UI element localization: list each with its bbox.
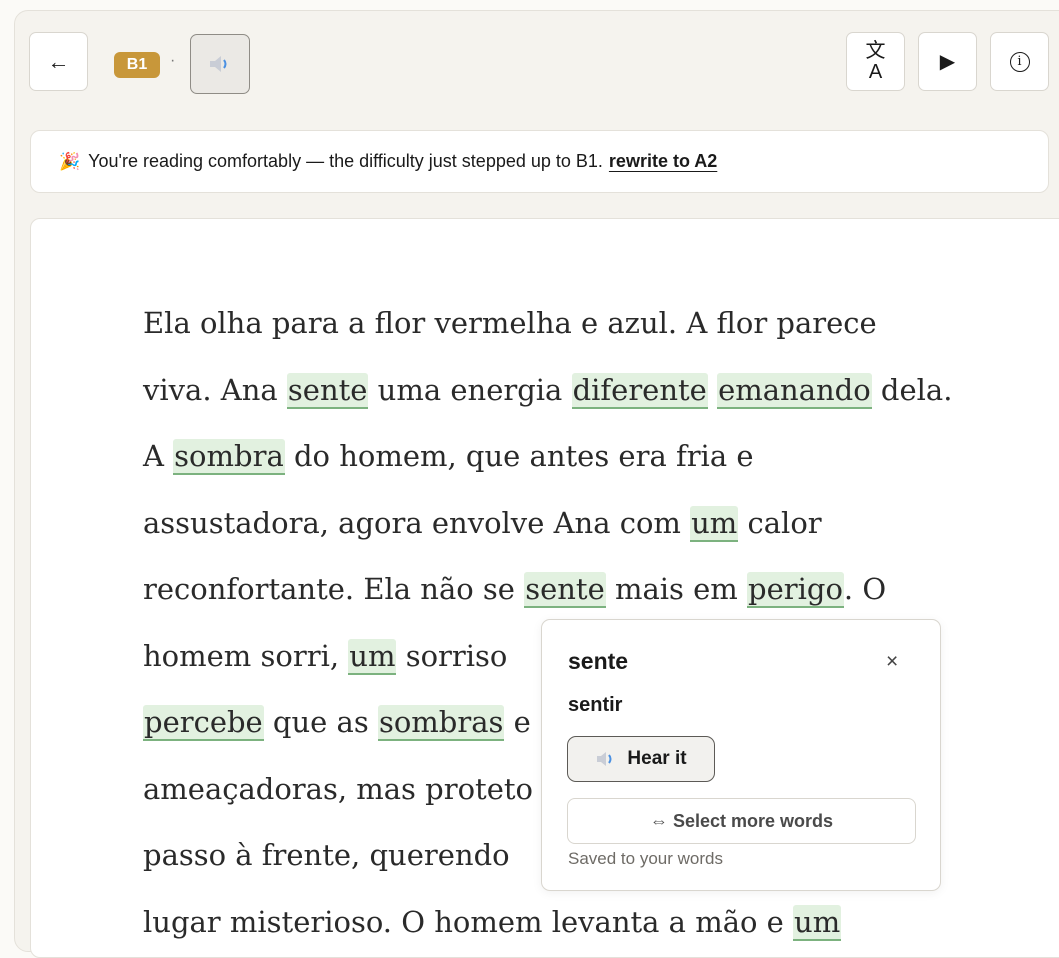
passage-line: Ela olha para a flor vermelha e azul. A … — [143, 290, 1003, 357]
level-badge: B1 — [114, 52, 160, 78]
close-icon[interactable]: × — [886, 650, 898, 674]
saved-word[interactable]: um — [348, 638, 397, 675]
passage-text: lugar misterioso. O homem levanta a mão … — [143, 904, 794, 939]
saved-word[interactable]: sombra — [173, 439, 285, 475]
rewrite-link[interactable]: rewrite to A2 — [609, 151, 717, 172]
play-button[interactable]: ▶ — [918, 32, 977, 91]
passage-line: lugar misterioso. O homem levanta a mão … — [143, 889, 1003, 956]
translate-icon-top: 文 — [865, 40, 886, 62]
translate-icon-bottom: A — [868, 61, 883, 83]
info-button[interactable]: i — [990, 32, 1049, 91]
info-icon: i — [1009, 51, 1030, 72]
popover-lemma: sentir — [568, 694, 623, 716]
passage-line: assustadora, agora envolve Ana com um ca… — [143, 490, 1003, 557]
translate-button[interactable]: 文 A — [846, 32, 905, 91]
play-icon: ▶ — [939, 51, 956, 73]
back-arrow-icon: ← — [47, 48, 70, 74]
passage-line: A sombra do homem, que antes era fria e — [143, 423, 1003, 490]
passage-text: mais em — [605, 572, 748, 606]
saved-word[interactable]: sombras — [377, 705, 505, 741]
passage-text: assustadora, agora envolve Ana com — [143, 505, 691, 540]
back-button[interactable]: ← — [29, 32, 88, 91]
passage-text: sorriso — [396, 638, 517, 673]
saved-word[interactable]: sente — [286, 372, 369, 409]
passage-text: e — [504, 705, 531, 739]
saved-word[interactable]: um — [690, 505, 739, 542]
saved-word[interactable]: sente — [524, 572, 606, 608]
hear-it-button[interactable]: Hear it — [567, 736, 715, 782]
passage-text: A — [143, 439, 174, 473]
passage-text: ameaçadoras, mas proteto — [143, 771, 533, 806]
passage-text: reconfortante. Ela não se — [143, 572, 525, 606]
saved-word[interactable]: diferente — [571, 372, 708, 409]
saved-word[interactable]: um — [793, 904, 842, 941]
passage-line: viva. Ana sente uma energia diferente em… — [143, 357, 1003, 424]
saved-word[interactable]: perigo — [747, 572, 844, 608]
passage-text: calor — [738, 505, 822, 540]
party-popper-icon: 🎉 — [59, 151, 81, 171]
banner-message: You're reading comfortably — the difficu… — [88, 151, 603, 171]
popover-word: sente — [568, 648, 629, 674]
saved-status: Saved to your words — [568, 849, 723, 868]
select-more-words-button[interactable]: ⇔ Select more words — [567, 798, 916, 844]
saved-word[interactable]: percebe — [143, 705, 264, 741]
separator-dot: · — [170, 52, 176, 69]
passage-text: . O — [843, 572, 887, 606]
word-popover: sente × sentir Hear it ⇔ Select more wor… — [541, 619, 941, 891]
passage-text: Ela olha para a flor vermelha e azul. A … — [143, 306, 877, 340]
passage-text: homem sorri, — [143, 638, 349, 673]
passage-text: passo à frente, querendo — [143, 838, 519, 872]
speaker-icon — [597, 752, 612, 766]
passage-text — [708, 373, 717, 407]
difficulty-banner: 🎉 You're reading comfortably — the diffi… — [30, 130, 1049, 193]
passage-line: reconfortante. Ela não se sente mais em … — [143, 556, 1003, 623]
audio-toggle-button[interactable] — [190, 34, 250, 94]
hear-it-label: Hear it — [627, 748, 687, 769]
passage-text: do homem, que antes era fria e — [284, 439, 754, 473]
saved-word[interactable]: emanando — [717, 372, 872, 409]
passage-text: uma energia — [368, 372, 572, 407]
passage-text: dela. — [871, 372, 953, 407]
passage-text: que as — [263, 705, 378, 739]
passage-text: viva. Ana — [143, 372, 287, 407]
select-more-label: ⇔ Select more words — [649, 810, 834, 831]
speaker-icon — [210, 56, 227, 72]
